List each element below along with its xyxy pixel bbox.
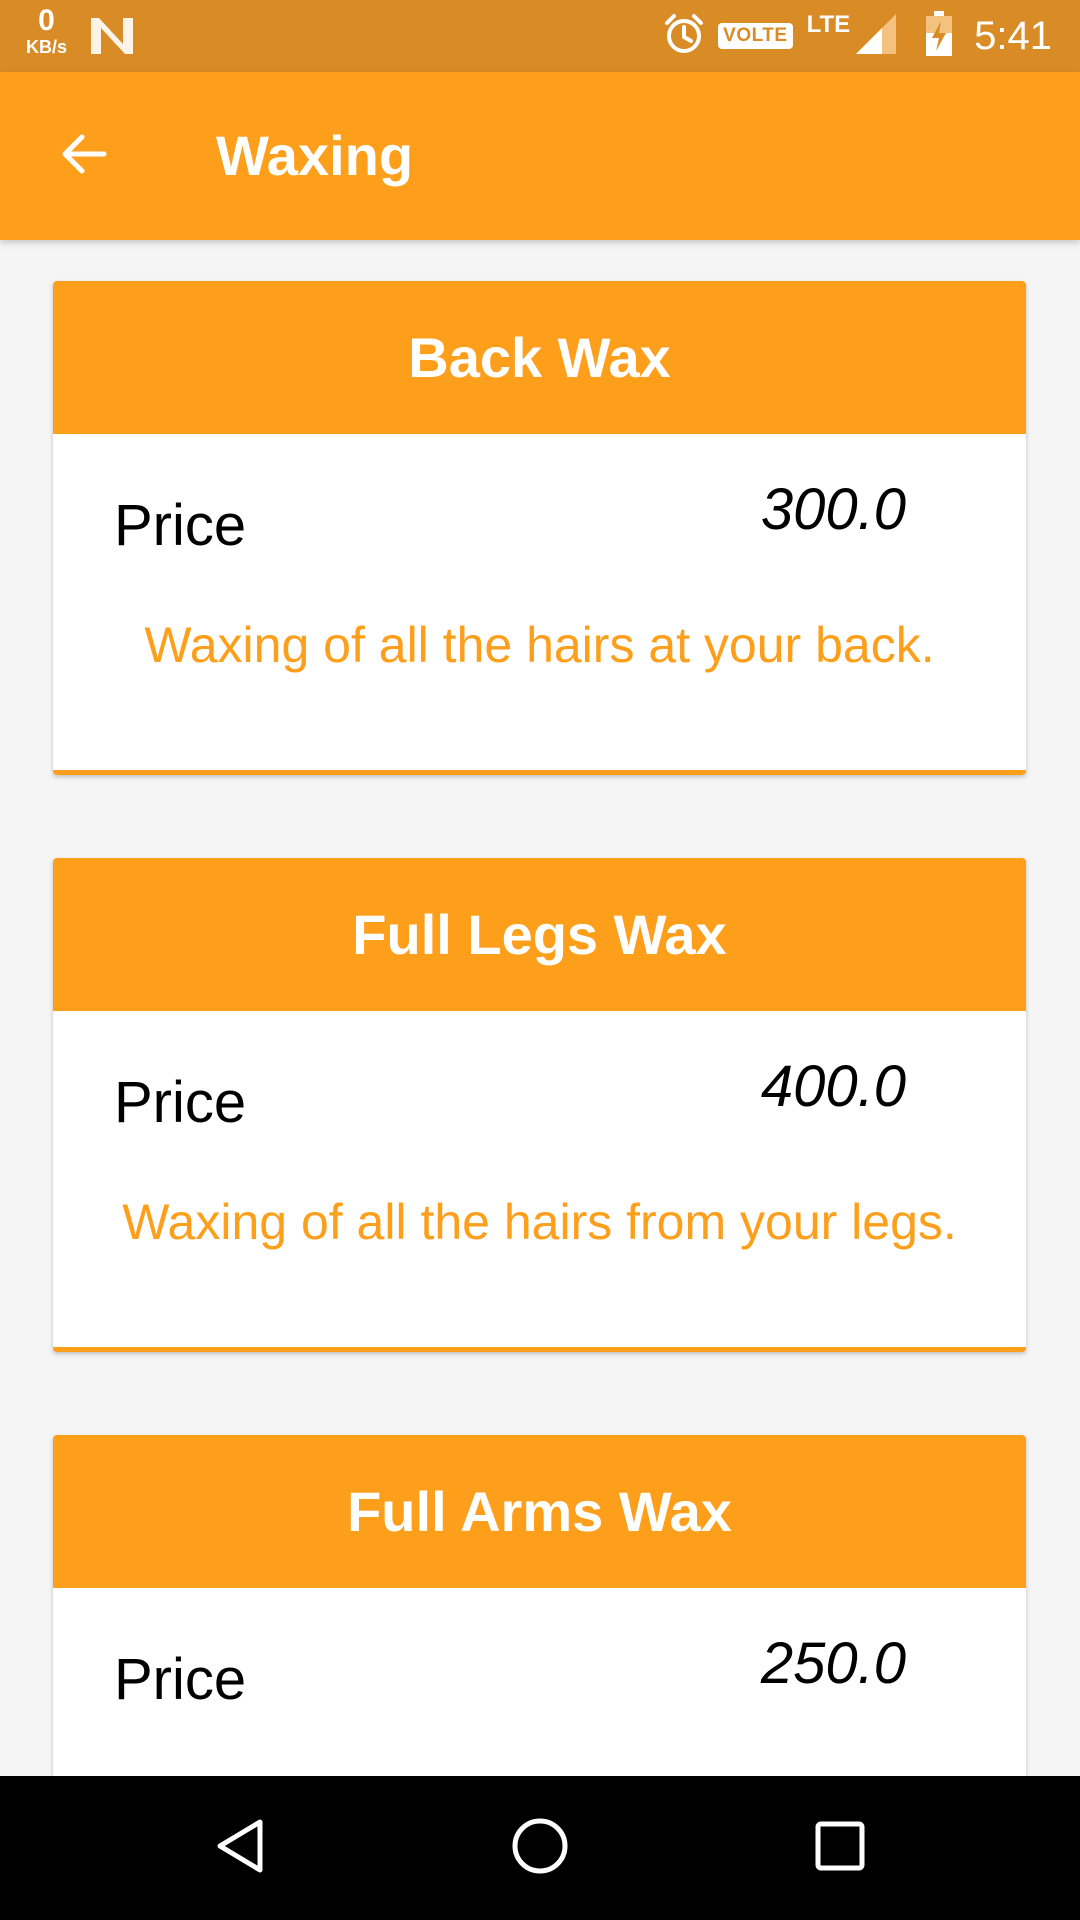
status-left: 0 KB/s [26, 6, 135, 61]
service-description: Waxing of all the hairs at your back. [144, 617, 935, 673]
page-title: Waxing [216, 124, 414, 187]
arrow-left-icon [58, 128, 110, 185]
service-card-body: Price 250.0 [53, 1588, 1026, 1776]
n-notification-icon [89, 16, 135, 61]
home-circle-icon [510, 1816, 570, 1881]
recents-square-icon [810, 1816, 870, 1881]
volte-badge: VOLTE [718, 23, 793, 49]
service-title: Back Wax [408, 326, 671, 389]
app-bar: Waxing [0, 72, 1080, 240]
network-speed-value: 0 [38, 4, 55, 37]
network-speed: 0 KB/s [26, 4, 68, 57]
back-button[interactable] [40, 112, 128, 200]
status-bar: 0 KB/s VOLTE LTE 5:41 [0, 0, 1080, 72]
price-label: Price [114, 1647, 247, 1712]
service-card-body: Price 400.0 Waxing of all the hairs from… [53, 1011, 1026, 1352]
system-nav-bar [0, 1776, 1080, 1920]
service-card-back-wax[interactable]: Back Wax Price 300.0 Waxing of all the h… [53, 281, 1026, 775]
price-value: 300.0 [760, 477, 906, 542]
service-title: Full Legs Wax [352, 903, 727, 966]
service-card-header: Full Legs Wax [53, 858, 1026, 1011]
back-triangle-icon [210, 1816, 270, 1881]
price-value: 250.0 [760, 1631, 906, 1696]
status-right: VOLTE LTE 5:41 [662, 0, 1052, 72]
battery-charging-icon [924, 10, 954, 62]
service-title: Full Arms Wax [347, 1480, 732, 1543]
alarm-icon [662, 12, 706, 61]
service-description: Waxing of all the hairs from your legs. [122, 1194, 957, 1250]
price-label: Price [114, 1070, 247, 1135]
nav-back-button[interactable] [204, 1812, 276, 1884]
signal-icon [854, 12, 898, 61]
lte-label: LTE [806, 11, 851, 38]
network-speed-unit: KB/s [26, 37, 68, 57]
service-card-full-arms-wax[interactable]: Full Arms Wax Price 250.0 [53, 1435, 1026, 1776]
nav-home-button[interactable] [504, 1812, 576, 1884]
price-value: 400.0 [760, 1054, 906, 1119]
price-label: Price [114, 493, 247, 558]
service-card-header: Full Arms Wax [53, 1435, 1026, 1588]
service-card-full-legs-wax[interactable]: Full Legs Wax Price 400.0 Waxing of all … [53, 858, 1026, 1352]
service-card-header: Back Wax [53, 281, 1026, 434]
service-card-body: Price 300.0 Waxing of all the hairs at y… [53, 434, 1026, 775]
service-list[interactable]: Back Wax Price 300.0 Waxing of all the h… [0, 240, 1080, 1776]
nav-recents-button[interactable] [804, 1812, 876, 1884]
clock: 5:41 [974, 13, 1052, 58]
